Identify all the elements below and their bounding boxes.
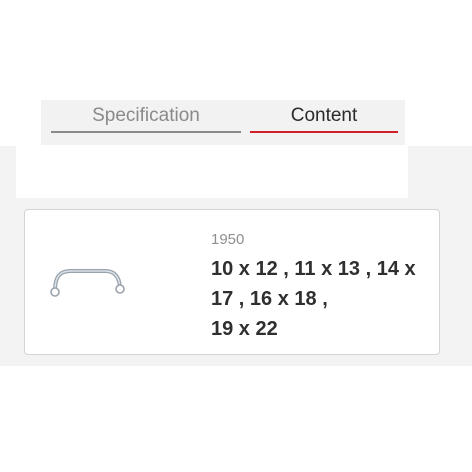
- sizes-line: 19 x 22: [211, 318, 278, 340]
- page: Specification Content 1950 10 x 12 , 11 …: [0, 0, 472, 472]
- half-moon-ring-wrench-icon: [50, 269, 125, 297]
- sizes-line: 17 , 16 x 18 ,: [211, 288, 328, 310]
- product-sizes: 10 x 12 , 11 x 13 , 14 x 17 , 16 x 18 , …: [211, 254, 436, 344]
- content-header-area: [16, 146, 408, 198]
- tab-content[interactable]: Content: [250, 100, 398, 133]
- product-code: 1950: [211, 231, 245, 248]
- tab-specification[interactable]: Specification: [51, 100, 241, 133]
- tabs-bar: Specification Content: [41, 100, 405, 145]
- product-card[interactable]: 1950 10 x 12 , 11 x 13 , 14 x 17 , 16 x …: [24, 209, 440, 355]
- sizes-line: 10 x 12 , 11 x 13 , 14 x: [211, 258, 416, 280]
